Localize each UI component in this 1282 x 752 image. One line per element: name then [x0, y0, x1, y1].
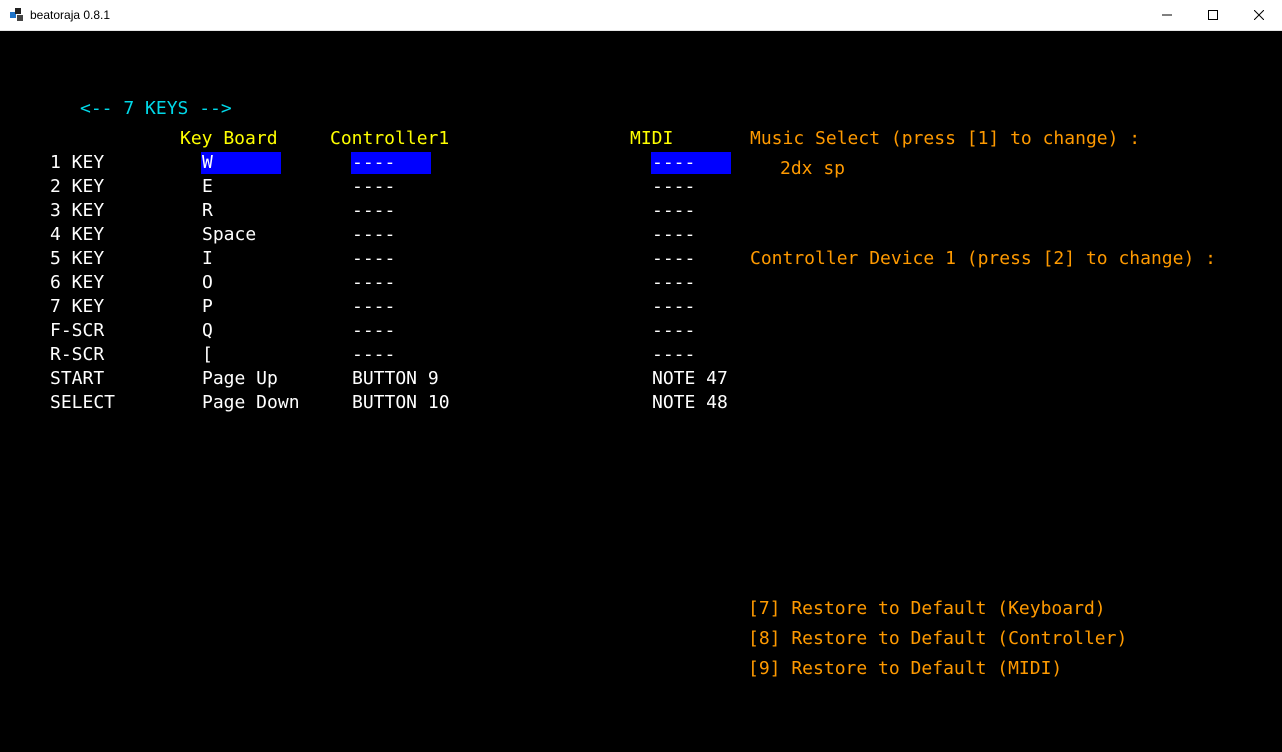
keyboard-binding[interactable]: R [202, 199, 213, 223]
close-button[interactable] [1236, 0, 1282, 30]
window-title: beatoraja 0.8.1 [30, 8, 111, 22]
controller-binding[interactable]: ---- [352, 295, 395, 319]
key-config-screen: <-- 7 KEYS --> Key Board Controller1 MID… [1, 31, 1281, 751]
keyboard-binding[interactable]: P [202, 295, 213, 319]
row-label: 3 KEY [50, 200, 105, 221]
row-label: 1 KEY [50, 152, 105, 173]
midi-binding[interactable]: ---- [652, 199, 695, 223]
midi-binding[interactable]: ---- [652, 343, 695, 367]
music-select-value: 2dx sp [780, 158, 846, 179]
keyboard-binding[interactable]: O [202, 271, 213, 295]
minimize-button[interactable] [1144, 0, 1190, 30]
row-label: 7 KEY [50, 296, 105, 317]
controller-binding[interactable]: BUTTON 9 [352, 367, 439, 391]
title-bar[interactable]: beatoraja 0.8.1 [0, 0, 1282, 31]
keyboard-binding[interactable]: E [202, 175, 213, 199]
header-controller: Controller1 [330, 128, 450, 149]
app-icon [9, 7, 25, 23]
keyboard-binding[interactable]: Space [202, 223, 256, 247]
row-label: 4 KEY [50, 224, 105, 245]
keyboard-binding[interactable]: Page Up [202, 367, 278, 391]
restore-keyboard-option[interactable]: [7] Restore to Default (Keyboard) [748, 597, 1106, 621]
mode-label[interactable]: <-- 7 KEYS --> [80, 97, 232, 121]
row-label: 6 KEY [50, 272, 105, 293]
midi-binding[interactable]: ---- [652, 319, 695, 343]
keyboard-binding[interactable]: I [202, 247, 213, 271]
controller-binding[interactable]: ---- [352, 343, 395, 367]
restore-midi-option[interactable]: [9] Restore to Default (MIDI) [748, 657, 1062, 681]
midi-binding[interactable]: NOTE 48 [652, 391, 728, 415]
restore-controller-option[interactable]: [8] Restore to Default (Controller) [748, 627, 1127, 651]
row-label: 5 KEY [50, 248, 105, 269]
controller-binding[interactable]: ---- [352, 223, 395, 247]
row-label: SELECT [50, 392, 116, 413]
keyboard-binding[interactable]: W [202, 151, 213, 175]
maximize-button[interactable] [1190, 0, 1236, 30]
controller-binding[interactable]: ---- [352, 247, 395, 271]
midi-binding[interactable]: ---- [652, 247, 695, 271]
controller-binding[interactable]: ---- [352, 271, 395, 295]
midi-binding[interactable]: ---- [652, 223, 695, 247]
close-icon [1254, 10, 1264, 20]
minimize-icon [1162, 14, 1172, 16]
midi-binding[interactable]: NOTE 47 [652, 367, 728, 391]
maximize-icon [1208, 10, 1218, 20]
midi-binding[interactable]: ---- [652, 151, 695, 175]
controller-binding[interactable]: ---- [352, 319, 395, 343]
keyboard-binding[interactable]: [ [202, 343, 213, 367]
controller-binding[interactable]: BUTTON 10 [352, 391, 450, 415]
keyboard-binding[interactable]: Page Down [202, 391, 300, 415]
midi-binding[interactable]: ---- [652, 271, 695, 295]
row-label: START [50, 368, 105, 389]
row-label: R-SCR [50, 344, 105, 365]
music-select-label[interactable]: Music Select (press [1] to change) : [750, 127, 1140, 151]
keyboard-binding[interactable]: Q [202, 319, 213, 343]
controller-binding[interactable]: ---- [352, 199, 395, 223]
header-midi: MIDI [630, 128, 674, 149]
midi-binding[interactable]: ---- [652, 295, 695, 319]
header-keyboard: Key Board [180, 128, 278, 149]
selection-highlight-keyboard [201, 152, 281, 174]
app-window: beatoraja 0.8.1 <-- 7 KEYS --> Key Board… [0, 0, 1282, 752]
controller-binding[interactable]: ---- [352, 175, 395, 199]
midi-binding[interactable]: ---- [652, 175, 695, 199]
controller-binding[interactable]: ---- [352, 151, 395, 175]
controller-device-label[interactable]: Controller Device 1 (press [2] to change… [750, 247, 1216, 271]
row-label: 2 KEY [50, 176, 105, 197]
row-label: F-SCR [50, 320, 105, 341]
